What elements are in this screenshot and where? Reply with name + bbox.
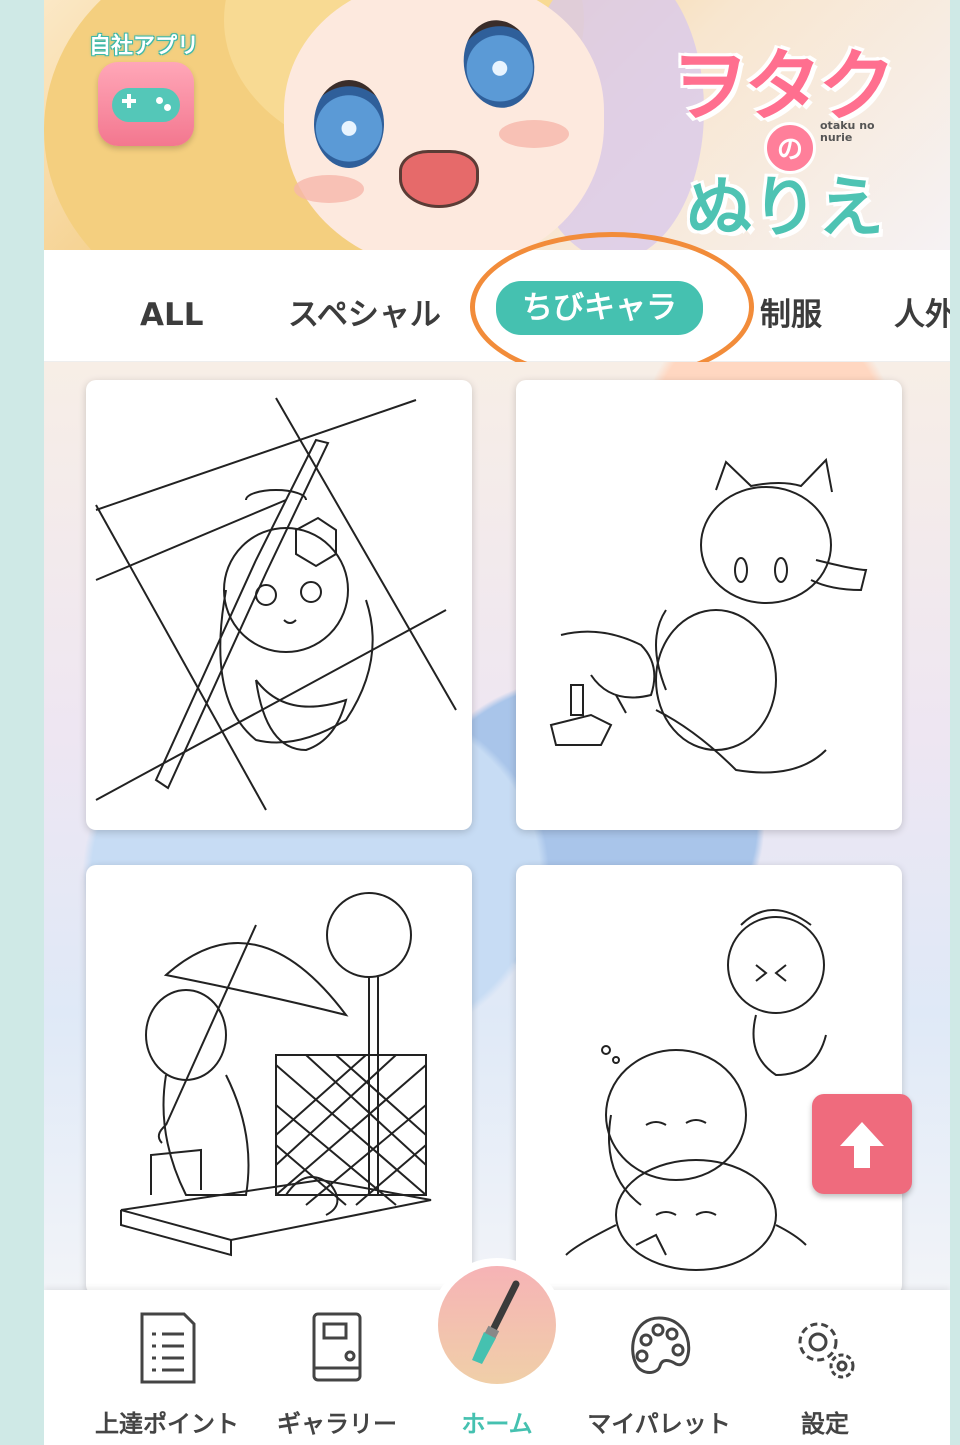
- nav-my-palette-label: マイパレット: [587, 1410, 731, 1438]
- nav-settings[interactable]: 設定: [740, 1300, 910, 1440]
- sleepy-girls-artwork: [565, 909, 827, 1271]
- company-apps-button[interactable]: 自社アプリ: [82, 28, 206, 146]
- company-apps-label: 自社アプリ: [88, 34, 199, 59]
- highlight-ring: [470, 232, 754, 382]
- nav-tips[interactable]: 上達ポイント: [82, 1300, 252, 1440]
- gamepad-icon: [112, 88, 180, 122]
- artwork-card[interactable]: [516, 865, 902, 1295]
- nav-gallery[interactable]: ギャラリー: [252, 1300, 422, 1440]
- pen-tablet-girl-artwork: [95, 397, 457, 811]
- header-illustration: 自社アプリ ヲタク の otaku no nurie ぬりえ: [44, 0, 950, 250]
- umbrella-bus-stop-artwork: [120, 892, 432, 1257]
- artwork-card[interactable]: [86, 380, 472, 830]
- paintbrush-icon: [472, 1280, 520, 1364]
- nav-settings-label: 設定: [801, 1410, 849, 1438]
- artwork-card[interactable]: [86, 865, 472, 1295]
- arrow-up-icon: [840, 1122, 884, 1168]
- nav-gallery-label: ギャラリー: [277, 1410, 397, 1438]
- book-icon: [312, 1312, 362, 1382]
- tab-uniform[interactable]: 制服: [760, 290, 822, 340]
- home-button[interactable]: [430, 1258, 564, 1392]
- cat-ear-friends-artwork: [549, 457, 868, 774]
- app-frame: 自社アプリ ヲタク の otaku no nurie ぬりえ ALL スペシャル…: [44, 0, 950, 1445]
- nav-home-label: ホーム: [461, 1410, 533, 1438]
- scroll-top-button[interactable]: [812, 1094, 912, 1194]
- tab-special[interactable]: スペシャル: [288, 290, 441, 340]
- document-list-icon: [140, 1312, 196, 1384]
- nav-tips-label: 上達ポイント: [95, 1410, 239, 1438]
- logo-subtitle: otaku no nurie: [820, 119, 875, 144]
- nav-my-palette[interactable]: マイパレット: [574, 1300, 744, 1440]
- tab-nonhuman[interactable]: 人外: [894, 290, 950, 340]
- app-logo: ヲタク の otaku no nurie ぬりえ: [664, 14, 914, 246]
- palette-icon: [631, 1316, 691, 1374]
- logo-line2: ぬりえ: [686, 169, 884, 246]
- tab-all[interactable]: ALL: [140, 290, 204, 340]
- artwork-card[interactable]: [516, 380, 902, 830]
- gear-icon: [798, 1322, 855, 1379]
